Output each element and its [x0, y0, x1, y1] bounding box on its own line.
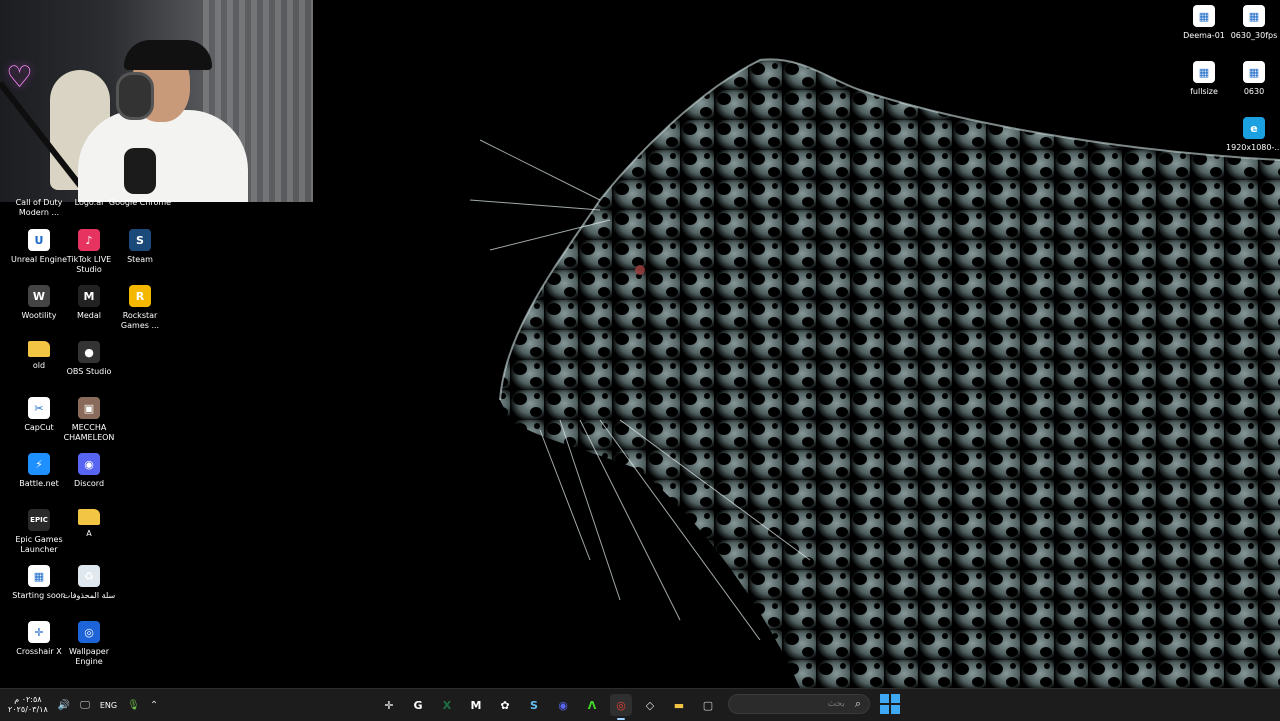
unity-icon: ◇ — [645, 698, 655, 712]
desktop-icon-label: OBS Studio — [66, 367, 112, 376]
taskbar-app-davinci[interactable]: ✿ — [494, 694, 516, 716]
taskbar-app-excel[interactable]: X — [436, 694, 458, 716]
taskbar-app-logitech[interactable]: G — [407, 694, 429, 716]
unreal-icon: U — [28, 229, 50, 251]
clock-date: ٢٠٢٥/٠٣/١٨ — [8, 705, 48, 714]
desktop-icon-label: A — [86, 529, 92, 538]
desktop-icon[interactable]: R Rockstar Games ... — [110, 285, 170, 331]
windows-logo-pane — [880, 694, 889, 703]
volume-icon[interactable]: 🔊 — [58, 700, 70, 711]
chrome-icon: ◎ — [616, 698, 626, 712]
desktop-icon-label: Discord — [73, 479, 105, 488]
taskbar-app-unity[interactable]: ◇ — [639, 694, 661, 716]
taskbar-app-discord[interactable]: ◉ — [552, 694, 574, 716]
taskbar: ٠٢:٥٨ م ٢٠٢٥/٠٣/١٨ 🔊 🖵 ENG 🎙 ⌃ ✛ G X M ✿ S ◉ Λ ◎… — [0, 688, 1280, 721]
desktop-icon-label: سلة المحذوفات — [62, 591, 116, 600]
microphone — [124, 148, 156, 194]
desktop-icon[interactable]: ◉ Discord — [59, 453, 119, 489]
taskbar-app-windows-app[interactable]: ▢ — [697, 694, 719, 716]
battlenet-icon: ⚡ — [28, 453, 50, 475]
steam-icon: S — [129, 229, 151, 251]
meccha-icon: ▣ — [78, 397, 100, 419]
desktop-icon[interactable]: e 1920x1080-... — [1224, 117, 1280, 153]
image-file-icon: ▦ — [28, 565, 50, 587]
search-icon: ⌕ — [854, 697, 861, 710]
folder-icon — [78, 509, 100, 525]
taskbar-apps: ✛ G X M ✿ S ◉ Λ ◎ ◇ ▬ ▢ — [378, 689, 719, 721]
rockstar-icon: R — [129, 285, 151, 307]
wootility-icon: W — [28, 285, 50, 307]
medal-icon: M — [78, 285, 100, 307]
desktop-icon[interactable]: A — [59, 509, 119, 539]
edge-icon: e — [1243, 117, 1265, 139]
discord-icon: ◉ — [78, 453, 100, 475]
clock-time: ٠٢:٥٨ م — [14, 695, 42, 704]
logitech-icon: G — [413, 698, 423, 712]
headphones — [116, 72, 154, 120]
taskbar-app-medal[interactable]: M — [465, 694, 487, 716]
image-file-icon: ▦ — [1243, 5, 1265, 27]
desktop-icon-label: MECCHA CHAMELEON — [63, 423, 115, 442]
windows-logo-pane — [891, 705, 900, 714]
desktop-icon[interactable]: S Steam — [110, 229, 170, 265]
discord-icon: ◉ — [558, 698, 568, 712]
epic-icon: EPIC — [28, 509, 50, 531]
desktop-icon-label: 0630_30fps — [1230, 31, 1278, 40]
excel-icon: X — [442, 698, 452, 712]
image-file-icon: ▦ — [1193, 61, 1215, 83]
clock[interactable]: ٠٢:٥٨ م ٢٠٢٥/٠٣/١٨ — [8, 695, 48, 715]
desktop-icon-label: Wallpaper Engine — [68, 647, 109, 666]
desktop-icon-label: Rockstar Games ... — [120, 311, 160, 330]
desktop-icon[interactable]: ▣ MECCHA CHAMELEON — [59, 397, 119, 443]
desktop-icon-label-partial[interactable]: Google Chrome — [108, 198, 172, 208]
image-file-icon: ▦ — [1243, 61, 1265, 83]
folder-icon — [28, 341, 50, 357]
taskbar-app-razer[interactable]: Λ — [581, 694, 603, 716]
crosshair-icon: ✛ — [28, 621, 50, 643]
desktop-icon-label: 1920x1080-... — [1226, 143, 1280, 152]
razer-icon: Λ — [587, 698, 597, 712]
desktop-icon[interactable]: ♻ سلة المحذوفات — [59, 565, 119, 601]
desktop-icon-label: 0630 — [1243, 87, 1265, 96]
recycle-bin-icon: ♻ — [78, 565, 100, 587]
search-input[interactable] — [742, 698, 847, 710]
streamer-body — [78, 110, 248, 202]
cap — [124, 40, 212, 70]
wallpaper-engine-icon: ◎ — [78, 621, 100, 643]
window-icon: ▢ — [702, 698, 714, 712]
image-file-icon: ▦ — [1193, 5, 1215, 27]
desktop-icon[interactable]: ▦ 0630 — [1224, 61, 1280, 97]
crosshair-icon: ✛ — [384, 698, 394, 712]
tiktok-icon: ♪ — [78, 229, 100, 251]
medal-icon: M — [470, 698, 482, 712]
taskbar-app-file-explorer[interactable]: ▬ — [668, 694, 690, 716]
neon-sign: ♡ — [6, 60, 33, 95]
network-icon[interactable]: 🖵 — [80, 700, 90, 711]
desktop-icon[interactable]: ◎ Wallpaper Engine — [59, 621, 119, 667]
webcam-overlay: ♡ — [0, 0, 313, 202]
obs-icon: ● — [78, 341, 100, 363]
microphone-icon[interactable]: 🎙 — [127, 700, 140, 711]
steam-icon: S — [530, 698, 538, 712]
windows-logo-pane — [891, 694, 900, 703]
capcut-icon: ✂ — [28, 397, 50, 419]
taskbar-app-crosshair[interactable]: ✛ — [378, 694, 400, 716]
taskbar-search[interactable]: ⌕ — [728, 694, 870, 714]
chevron-up-icon[interactable]: ⌃ — [150, 700, 158, 711]
desktop-icon-label: Steam — [127, 255, 153, 264]
windows-logo-pane — [880, 705, 889, 714]
start-button[interactable] — [880, 694, 900, 714]
desktop-icon[interactable]: ▦ 0630_30fps — [1224, 5, 1280, 41]
system-tray: ٠٢:٥٨ م ٢٠٢٥/٠٣/١٨ 🔊 🖵 ENG 🎙 ⌃ — [8, 689, 158, 721]
taskbar-app-chrome[interactable]: ◎ — [610, 694, 632, 720]
desktop-icon[interactable]: ● OBS Studio — [59, 341, 119, 377]
folder-icon: ▬ — [673, 698, 685, 712]
taskbar-app-steam[interactable]: S — [523, 694, 545, 716]
davinci-icon: ✿ — [500, 698, 510, 712]
language-indicator[interactable]: ENG — [100, 701, 117, 710]
